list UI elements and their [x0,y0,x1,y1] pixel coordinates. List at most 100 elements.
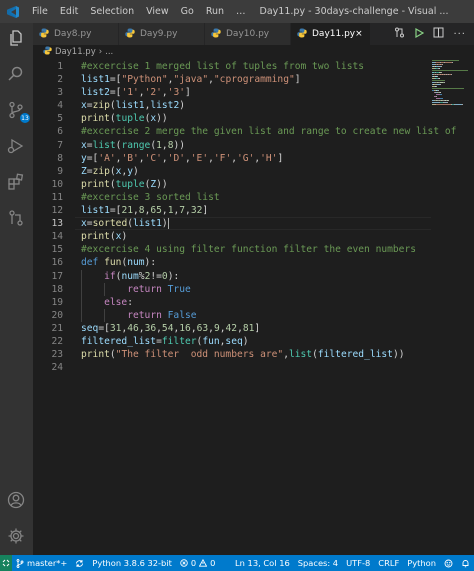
remote-indicator-icon[interactable] [0,555,12,571]
run-file-icon[interactable] [414,27,425,41]
line-number: 24 [51,362,63,374]
notifications-bell-icon[interactable] [457,559,474,568]
code-token: ) [121,231,128,243]
code-token: range [121,139,151,151]
source-control-icon[interactable]: 13 [5,99,30,123]
python-file-icon [39,28,49,41]
tab-day8[interactable]: Day8.py [33,23,119,45]
code-line[interactable]: 23 print("The filter odd numbers are",lis… [33,348,431,361]
menu-go[interactable]: Go [175,6,200,17]
menu-more[interactable]: … [230,6,252,17]
code-token: "cprogramming" [213,74,295,86]
code-line[interactable]: 17 if(num%2!=0): [33,269,431,283]
cursor-position[interactable]: Ln 13, Col 16 [231,558,294,568]
remote-explorer-icon[interactable] [5,207,27,229]
code-line[interactable]: 5 print(tuple(x)) [33,112,431,125]
code-token: ] [185,87,191,99]
code-line[interactable]: 9 Z=zip(x,y) [33,165,431,178]
code-line[interactable]: 21 seq=[31,46,36,54,16,63,9,42,81] [33,322,431,335]
menu-edit[interactable]: Edit [54,6,84,17]
code-line[interactable]: 10 print(tuple(Z)) [33,178,431,191]
code-token: 'A' [98,152,116,164]
more-actions-icon[interactable]: ··· [453,29,466,40]
code-line[interactable]: 3 list2=['1','2','3'] [33,86,431,99]
code-text: print(tuple(x)) [81,112,168,125]
code-line[interactable]: 7 x=list(range(1,8)) [33,139,431,152]
sync-button[interactable] [71,559,88,568]
code-token: list [92,139,116,151]
menu-selection[interactable]: Selection [84,6,140,17]
search-icon[interactable] [5,63,27,85]
code-token: fun [202,335,220,347]
encoding[interactable]: UTF-8 [342,558,374,568]
close-tab-icon[interactable]: × [355,29,363,39]
minimap-segment [444,61,453,64]
split-editor-icon[interactable] [433,27,444,41]
tab-day9[interactable]: Day9.py [119,23,205,45]
code-token: "java" [173,74,209,86]
code-line[interactable]: 24 [33,361,431,374]
code-line[interactable]: 19 else: [33,295,431,309]
code-line[interactable]: 12 list1=[21,8,65,1,7,32] [33,204,431,217]
breadcrumb-symbols[interactable]: ... [105,47,113,57]
code-line[interactable]: 11 #excercise 3 sorted list [33,191,431,204]
code-line[interactable]: 15 #excercise 4 using filter function fil… [33,243,431,256]
code-token: 46 [127,322,139,334]
code-line[interactable]: 22 filtered_list=filter(fun,seq) [33,335,431,348]
code-text: #excercise 1 merged list of tuples from … [81,60,364,73]
code-token: ) [133,165,139,177]
code-line[interactable]: 2 list1=["Python","java","cprogramming"] [33,73,431,86]
code-line[interactable]: 18 return True [33,282,431,296]
code-line[interactable]: 1 #excercise 1 merged list of tuples from… [33,60,431,73]
breadcrumb: Day11.py › ... [33,45,113,59]
language-mode[interactable]: Python [403,558,440,568]
line-number: 19 [51,296,63,308]
code-line[interactable]: 13 x=sorted(list1) [33,217,431,231]
code-line[interactable]: 14 print(x) [33,230,431,243]
code-token: ): [167,270,180,282]
explorer-icon[interactable] [5,27,27,49]
end-of-line[interactable]: CRLF [374,558,403,568]
compare-changes-icon[interactable] [394,27,405,41]
branch-indicator[interactable]: master*+ [12,558,71,568]
code-token: #excercise 4 using filter function filte… [81,244,417,256]
menu-file[interactable]: File [26,6,54,17]
code-token: filter [161,335,197,347]
code-token: ) [242,335,249,347]
code-token: ] [202,205,209,217]
run-debug-icon[interactable] [5,135,27,157]
sync-icon [76,559,84,567]
code-line[interactable]: 16 def fun(num): [33,256,431,269]
settings-gear-icon[interactable] [5,525,27,547]
menu-view[interactable]: View [140,6,175,17]
code-token: sorted [92,218,128,230]
breadcrumb-file[interactable]: Day11.py [55,47,96,57]
tab-label: Day10.py [226,29,270,39]
code-token: #excercise 2 merge the given list and ra… [81,126,457,138]
account-icon[interactable] [5,489,27,511]
window-title: Day11.py - 30days-challenge - Visual ... [259,6,449,17]
line-number: 14 [51,231,63,243]
code-token: filtered_list [317,349,393,361]
problems-indicator[interactable]: 0 0 [176,558,220,568]
python-file-icon [43,46,52,58]
error-icon [180,559,188,567]
code-token: seq [81,322,99,334]
code-line[interactable]: 20 return False [33,308,431,322]
indentation[interactable]: Spaces: 4 [294,558,342,568]
code-token: tuple [115,178,145,190]
feedback-icon[interactable] [440,559,457,568]
code-line[interactable]: 8 y=['A','B','C','D','E','F','G','H'] [33,152,431,165]
minimap[interactable] [432,60,474,106]
extensions-icon[interactable] [5,171,27,193]
line-number: 12 [51,205,63,217]
python-interpreter[interactable]: Python 3.8.6 32-bit [88,558,176,568]
code-editor[interactable]: 1 #excercise 1 merged list of tuples from… [33,60,456,555]
text-cursor [167,217,169,229]
tab-day10[interactable]: Day10.py [205,23,291,45]
code-line[interactable]: 6 #excercise 2 merge the given list and r… [33,125,456,138]
code-token: list1 [81,74,110,86]
code-line[interactable]: 4 x=zip(list1,list2) [33,99,431,112]
tab-day11[interactable]: Day11.py × [291,23,371,45]
menu-run[interactable]: Run [200,6,230,17]
